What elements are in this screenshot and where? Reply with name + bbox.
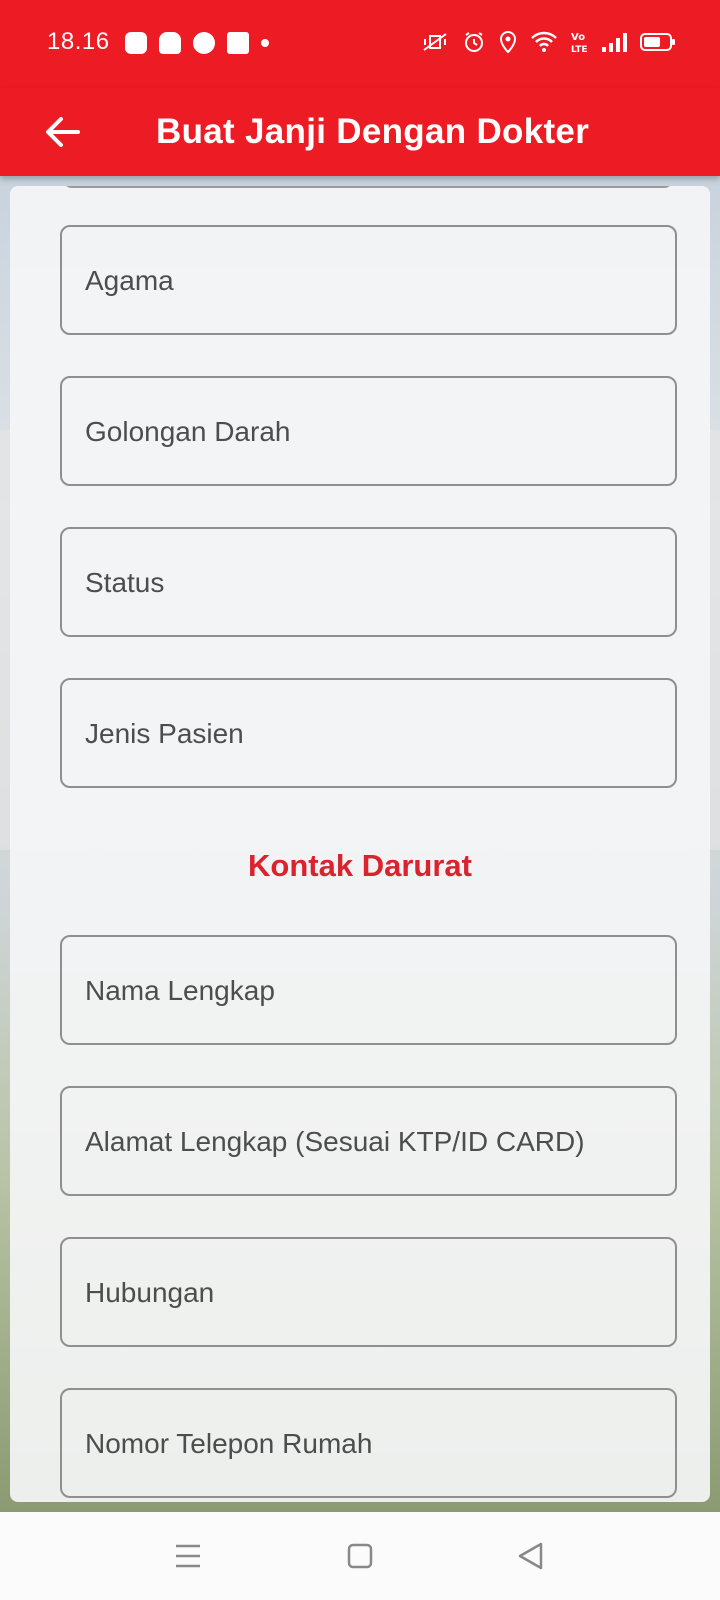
patient-type-placeholder: Jenis Pasien [85, 718, 244, 749]
back-triangle-icon [518, 1542, 543, 1570]
arrow-left-icon [46, 117, 80, 147]
system-icons: Vo LTE [420, 30, 676, 54]
notification-icons [125, 32, 269, 54]
page-title: Buat Janji Dengan Dokter [156, 112, 590, 151]
menu-icon [176, 1544, 200, 1568]
vibrate-mute-icon [423, 33, 447, 51]
svg-text:Vo: Vo [571, 32, 585, 43]
home-button[interactable] [340, 1536, 380, 1576]
home-square-icon [347, 1543, 373, 1569]
status-time: 18.16 [47, 28, 110, 55]
home-phone-placeholder: Nomor Telepon Rumah [85, 1428, 373, 1459]
religion-field[interactable]: Agama [60, 225, 677, 335]
emergency-full-name-field[interactable]: Nama Lengkap [60, 935, 677, 1045]
emergency-relationship-field[interactable]: Hubungan [60, 1237, 677, 1347]
emergency-address-field[interactable]: Alamat Lengkap (Sesuai KTP/ID CARD) [60, 1086, 677, 1196]
system-nav-bar [0, 1512, 720, 1600]
relationship-placeholder: Hubungan [85, 1277, 215, 1308]
back-button[interactable] [34, 104, 90, 160]
form-card: Agama Golongan Darah Status Jenis Pasien… [10, 186, 710, 1502]
religion-placeholder: Agama [85, 265, 174, 296]
discord-icon [159, 32, 181, 54]
recent-apps-button[interactable] [168, 1536, 208, 1576]
emergency-home-phone-field[interactable]: Nomor Telepon Rumah [60, 1388, 677, 1498]
full-name-placeholder: Nama Lengkap [85, 975, 275, 1006]
facebook-icon [227, 32, 249, 54]
line-icon [125, 32, 147, 54]
alarm-icon [465, 32, 483, 52]
location-icon [499, 30, 517, 54]
emergency-contact-heading: Kontak Darurat [248, 848, 472, 883]
patient-type-field[interactable]: Jenis Pasien [60, 678, 677, 788]
signal-icon [602, 33, 627, 52]
app-bar: Buat Janji Dengan Dokter [0, 88, 720, 176]
status-bar: 18.16 Vo LTE [0, 0, 720, 88]
dot-icon [261, 39, 269, 47]
blood-type-field[interactable]: Golongan Darah [60, 376, 677, 486]
chat-bubble-icon [193, 32, 215, 54]
previous-field-edge [62, 186, 674, 188]
back-nav-button[interactable] [510, 1536, 550, 1576]
wifi-icon [531, 31, 557, 52]
battery-icon [640, 33, 675, 51]
status-placeholder: Status [85, 567, 165, 598]
svg-text:LTE: LTE [571, 45, 588, 54]
address-placeholder: Alamat Lengkap (Sesuai KTP/ID CARD) [85, 1126, 585, 1157]
blood-type-placeholder: Golongan Darah [85, 416, 291, 447]
volte-icon: Vo LTE [571, 32, 588, 54]
marital-status-field[interactable]: Status [60, 527, 677, 637]
